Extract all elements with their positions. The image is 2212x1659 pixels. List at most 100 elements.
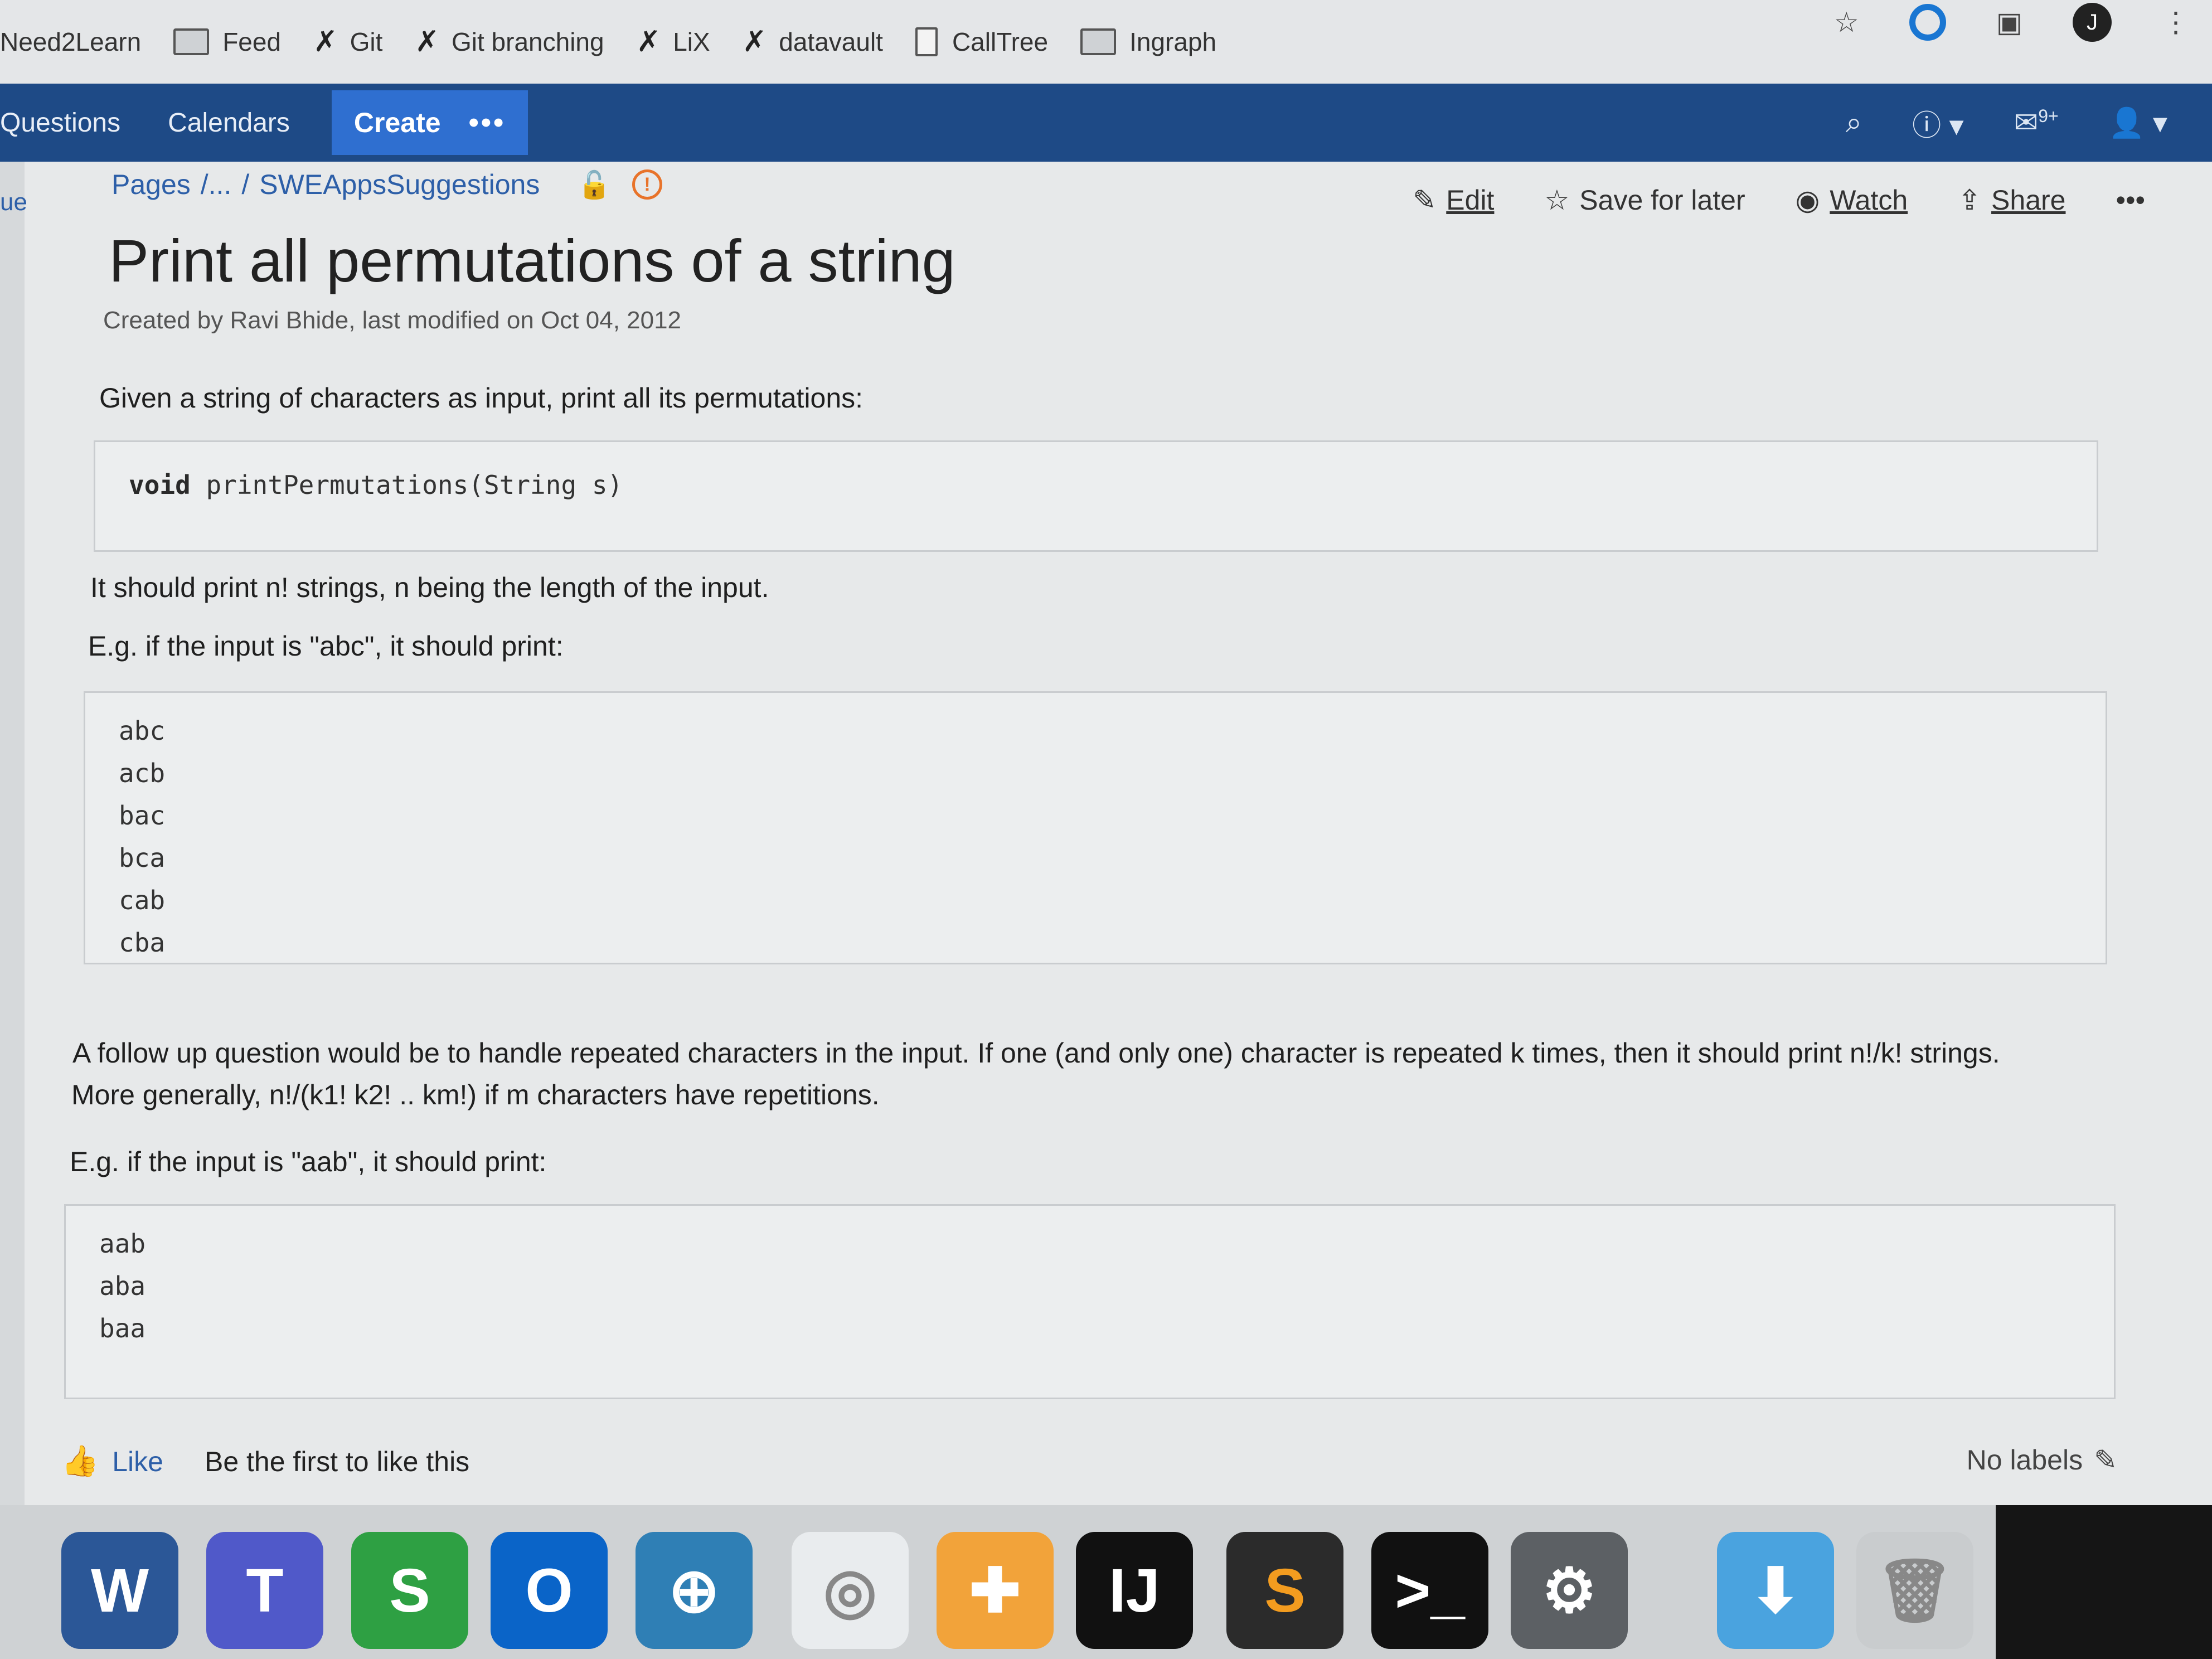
unlock-icon[interactable]: 🔓: [578, 169, 611, 201]
bookmark-datavault[interactable]: ✗ datavault: [743, 25, 883, 59]
user-menu-icon[interactable]: 👤 ▾: [2109, 106, 2167, 140]
bookmark-label: Git branching: [452, 27, 604, 56]
nav-calendars[interactable]: Calendars: [168, 108, 290, 138]
code-line: aba: [99, 1271, 146, 1301]
watch-button[interactable]: ◉ Watch: [1796, 184, 1908, 216]
save-for-later-button[interactable]: ☆ Save for later: [1544, 184, 1745, 216]
trash-icon[interactable]: 🗑: [1856, 1532, 1973, 1649]
nav-more-button[interactable]: •••: [463, 90, 528, 155]
search-icon[interactable]: ⌕: [1846, 106, 1862, 140]
thumbs-up-icon[interactable]: 👍: [61, 1444, 99, 1479]
code-line: cba: [119, 928, 166, 958]
like-summary: Be the first to like this: [204, 1445, 470, 1477]
extension-icon[interactable]: [1909, 4, 1946, 41]
edit-button[interactable]: ✎ Edit: [1413, 184, 1494, 216]
notifications-icon[interactable]: ✉9+: [2014, 106, 2059, 139]
x-icon: ✗: [313, 26, 338, 58]
share-label: Share: [1991, 185, 2066, 216]
code-line: abc: [119, 716, 166, 746]
skype-icon[interactable]: S: [351, 1532, 468, 1649]
code-line: cab: [119, 885, 166, 915]
signature-code-block: void printPermutations(String s): [94, 440, 2098, 552]
page-byline: Created by Ravi Bhide, last modified on …: [103, 307, 682, 334]
pencil-icon: ✎: [1413, 185, 1437, 216]
star-icon[interactable]: ☆: [1834, 6, 1859, 38]
follow-up-paragraph-2: More generally, n!/(k1! k2! .. km!) if m…: [71, 1079, 880, 1110]
sublime-icon[interactable]: S: [1226, 1532, 1343, 1649]
breadcrumb-current[interactable]: SWEAppsSuggestions: [259, 168, 540, 201]
star-icon: ☆: [1544, 185, 1570, 216]
folder-icon: [173, 28, 210, 55]
code-line: aab: [99, 1229, 146, 1259]
x-icon: ✗: [636, 26, 661, 58]
bookmark-feed[interactable]: Feed: [173, 27, 281, 57]
warning-icon[interactable]: !: [632, 169, 663, 200]
like-button[interactable]: Like: [112, 1445, 163, 1478]
bookmark-ingraph[interactable]: Ingraph: [1080, 27, 1216, 57]
page-icon: [915, 27, 938, 56]
pencil-icon[interactable]: ✎: [2094, 1444, 2117, 1476]
page-title: Print all permutations of a string: [109, 227, 955, 294]
word-icon[interactable]: W: [61, 1532, 178, 1649]
breadcrumb: Pages /... / SWEAppsSuggestions 🔓 !: [111, 168, 663, 201]
wifi-icon[interactable]: ◎: [792, 1532, 909, 1649]
help-icon[interactable]: ⓘ ▾: [1912, 102, 1964, 144]
bookmark-label: datavault: [779, 27, 883, 56]
more-actions-button[interactable]: •••: [2116, 184, 2145, 216]
outlook-icon[interactable]: O: [491, 1532, 608, 1649]
bookmark-calltree[interactable]: CallTree: [915, 27, 1048, 57]
bookmark-label: Git: [350, 27, 383, 56]
example-intro-2: E.g. if the input is "aab", it should pr…: [70, 1146, 547, 1177]
code-line: baa: [99, 1313, 146, 1343]
code-line: acb: [119, 758, 166, 788]
terminal-icon[interactable]: >_: [1371, 1532, 1488, 1649]
dock: W T S O ⊕ ◎ ✚ IJ S >_ ⚙ ⬇ 🗑: [0, 1505, 2212, 1659]
vpn-icon[interactable]: ⊕: [636, 1532, 753, 1649]
sidebar-fragment[interactable]: ue: [0, 188, 27, 216]
app-header: Questions Calendars Create ••• ⌕ ⓘ ▾ ✉9+…: [0, 84, 2212, 162]
menu-kebab-icon[interactable]: ⋮: [2162, 6, 2190, 38]
bookmark-label: Ingraph: [1129, 27, 1217, 56]
teams-icon[interactable]: T: [206, 1532, 323, 1649]
breadcrumb-separator: /: [241, 169, 250, 200]
bookmark-git-branching[interactable]: ✗ Git branching: [415, 25, 604, 59]
bookmark-need2learn[interactable]: Need2Learn: [0, 27, 141, 57]
example-code-block-1: abc acb bac bca cab cba: [84, 691, 2107, 964]
extension-box-icon[interactable]: ▣: [1996, 6, 2022, 38]
dock-edge: [1996, 1505, 2212, 1659]
bookmark-label: CallTree: [952, 27, 1049, 56]
no-labels-text: No labels: [1966, 1444, 2083, 1476]
code-line: bac: [119, 801, 166, 831]
like-bar: 👍 Like Be the first to like this: [61, 1444, 469, 1479]
save-label: Save for later: [1579, 185, 1745, 216]
bookmark-label: LiX: [673, 27, 710, 56]
system-preferences-icon[interactable]: ⚙: [1511, 1532, 1628, 1649]
bookmark-label: Need2Learn: [0, 27, 142, 56]
example-intro-1: E.g. if the input is "abc", it should pr…: [88, 630, 564, 662]
breadcrumb-pages[interactable]: Pages: [111, 168, 191, 201]
bookmark-git[interactable]: ✗ Git: [313, 25, 382, 59]
space-sidebar: ue: [0, 162, 27, 1505]
watch-label: Watch: [1830, 185, 1908, 216]
downloads-folder-icon[interactable]: ⬇: [1717, 1532, 1834, 1649]
create-button[interactable]: Create: [331, 90, 463, 155]
follow-up-paragraph-1: A follow up question would be to handle …: [72, 1037, 2000, 1069]
code-signature: printPermutations(String s): [190, 470, 623, 500]
x-icon: ✗: [415, 26, 439, 58]
header-tools: ⌕ ⓘ ▾ ✉9+ 👤 ▾: [1846, 84, 2167, 162]
page-actions: ✎ Edit ☆ Save for later ◉ Watch ⇪ Share •••: [1413, 184, 2145, 216]
self-service-icon[interactable]: ✚: [937, 1532, 1054, 1649]
page-content: ue Pages /... / SWEAppsSuggestions 🔓 ! ✎…: [0, 162, 2212, 1505]
share-button[interactable]: ⇪ Share: [1958, 184, 2065, 216]
labels-area: No labels ✎: [1967, 1444, 2117, 1476]
edit-label: Edit: [1446, 185, 1495, 216]
bookmark-lix[interactable]: ✗ LiX: [637, 25, 710, 59]
intellij-icon[interactable]: IJ: [1076, 1532, 1193, 1649]
folder-icon: [1080, 28, 1117, 55]
nav-questions[interactable]: Questions: [0, 108, 120, 138]
code-line: bca: [119, 843, 166, 873]
profile-avatar[interactable]: J: [2073, 3, 2112, 42]
breadcrumb-ellipsis[interactable]: /...: [201, 168, 232, 201]
x-icon: ✗: [742, 26, 767, 58]
eye-icon: ◉: [1795, 185, 1820, 216]
